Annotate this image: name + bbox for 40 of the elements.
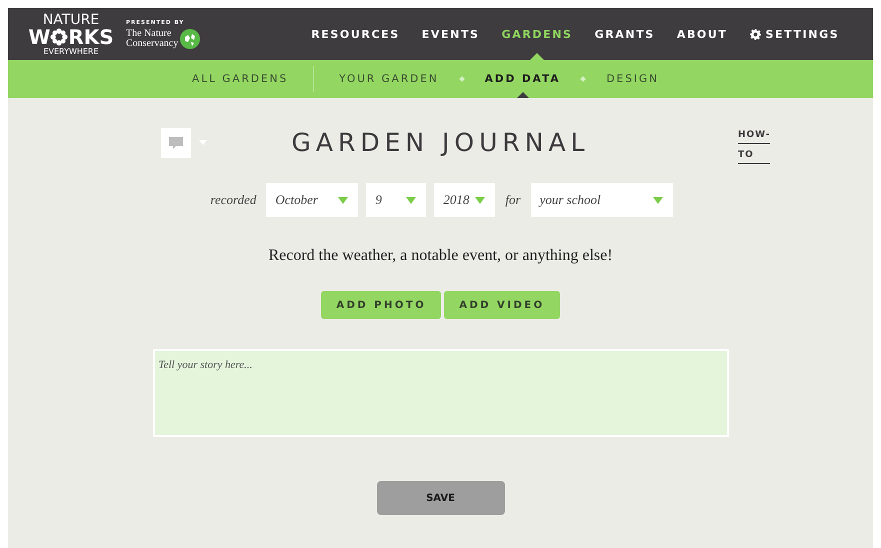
prompt-text: Record the weather, a notable event, or anything else!: [268, 247, 613, 265]
caret-icon: [338, 196, 348, 204]
nav-link[interactable]: EVENTS: [410, 8, 491, 60]
media-button[interactable]: ADD VIDEO: [444, 291, 560, 319]
caret-icon: [475, 196, 486, 204]
subnav-tab[interactable]: ADD DATA: [472, 60, 574, 98]
nav-link[interactable]: GARDENS: [490, 8, 584, 60]
caret-icon: [652, 196, 663, 204]
caret-icon: [406, 196, 416, 204]
speech-bubble-icon: [168, 136, 184, 150]
dropdown[interactable]: 9: [366, 183, 426, 217]
subnav-tab[interactable]: DESIGN: [593, 60, 672, 98]
how-to-link[interactable]: TO: [738, 150, 770, 164]
nav-link[interactable]: RESOURCES: [300, 8, 411, 60]
nav-link[interactable]: SETTINGS: [738, 8, 850, 60]
media-button[interactable]: ADD PHOTO: [321, 291, 442, 319]
dropdown[interactable]: October: [266, 183, 358, 217]
flower-icon: [50, 28, 68, 46]
caret-icon: [199, 140, 207, 145]
save-button[interactable]: SAVE: [376, 481, 504, 515]
page-title: GARDEN JOURNAL: [292, 128, 590, 157]
logo-text: EVERYWHERE: [43, 46, 99, 56]
nav-link[interactable]: GRANTS: [584, 8, 666, 60]
story-field[interactable]: Tell your story here...: [152, 349, 728, 437]
settings-icon: [750, 28, 761, 40]
dropdown[interactable]: your school: [530, 183, 673, 217]
nav-link[interactable]: ABOUT: [666, 8, 739, 60]
recorded-label: recorded: [210, 192, 256, 208]
globe-icon: [180, 28, 200, 48]
logo-text: NATURE: [42, 12, 100, 26]
subnav-tab[interactable]: YOUR GARDEN: [326, 60, 452, 98]
subnav-tab[interactable]: ALL GARDENS: [179, 60, 302, 98]
logo-text: W: [28, 26, 50, 46]
partner-name: The Nature: [126, 28, 172, 38]
for-label: for: [505, 192, 521, 208]
comment-button[interactable]: [161, 128, 191, 158]
dropdown[interactable]: 2018: [434, 183, 496, 217]
how-to-link[interactable]: HOW-: [738, 130, 770, 144]
partner-name: Conservancy: [126, 38, 178, 48]
logo-text: RKS: [68, 26, 114, 46]
